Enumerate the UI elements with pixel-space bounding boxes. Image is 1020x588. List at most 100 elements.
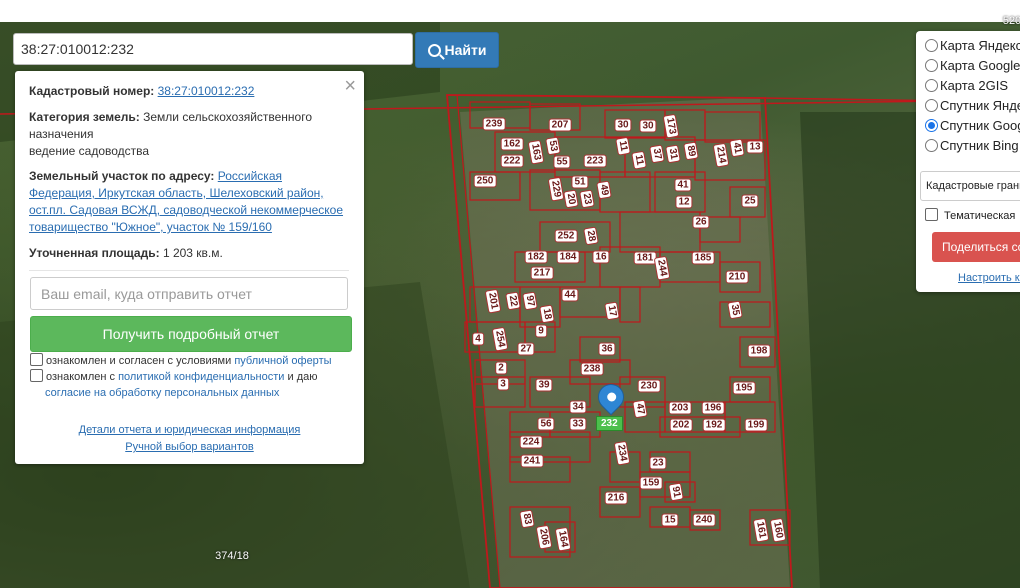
get-report-button[interactable]: Получить подробный отчет	[30, 316, 352, 352]
parcel-label[interactable]: 3	[497, 377, 509, 391]
parcel-label[interactable]: 216	[604, 491, 628, 505]
thematic-checkbox[interactable]	[925, 208, 938, 221]
parcel-label[interactable]: 34	[569, 400, 587, 414]
parcel-label[interactable]: 18	[539, 304, 555, 324]
parcel-label[interactable]: 36	[598, 342, 616, 356]
manual-link[interactable]: Ручной выбор вариантов	[125, 441, 253, 453]
parcel-label[interactable]: 230	[637, 379, 661, 393]
email-field[interactable]: Ваш email, куда отправить отчет	[30, 277, 348, 310]
parcel-label[interactable]: 238	[580, 362, 604, 376]
parcel-label[interactable]: 159	[639, 476, 663, 490]
parcel-label[interactable]: 12	[675, 195, 693, 209]
parcel-label[interactable]: 240	[692, 513, 716, 527]
radio-icon[interactable]	[925, 139, 938, 152]
cad-number-link[interactable]: 38:27:010012:232	[158, 84, 255, 98]
parcel-label[interactable]: 202	[669, 418, 693, 432]
search-button[interactable]: Найти	[415, 32, 499, 68]
parcel-label[interactable]: 41	[729, 138, 745, 158]
parcel-label[interactable]: 162	[500, 137, 524, 151]
parcel-label[interactable]: 30	[614, 118, 632, 132]
layer-option-yandex-map[interactable]: Карта Яндекс	[925, 38, 1020, 53]
parcel-label[interactable]: 223	[583, 154, 607, 168]
parcel-label[interactable]: 20	[563, 189, 579, 209]
parcel-label[interactable]: 37	[649, 144, 665, 164]
parcel-label[interactable]: 17	[604, 301, 620, 321]
parcel-label[interactable]: 203	[668, 401, 692, 415]
parcel-label[interactable]: 26	[692, 215, 710, 229]
cadastral-layer-select[interactable]: Кадастровые границы	[920, 171, 1020, 201]
parcel-label[interactable]: 55	[553, 155, 571, 169]
parcel-label[interactable]: 22	[505, 291, 521, 311]
parcel-label[interactable]: 192	[702, 418, 726, 432]
parcel-label[interactable]: 31	[665, 144, 681, 164]
parcel-label[interactable]: 23	[649, 456, 667, 470]
parcel-label[interactable]: 241	[520, 454, 544, 468]
radio-icon[interactable]	[925, 99, 938, 112]
parcel-label[interactable]: 16	[592, 250, 610, 264]
layer-option-bing-sat[interactable]: Спутник Bing	[925, 138, 1019, 153]
parcel-label[interactable]: 33	[569, 417, 587, 431]
parcel-label[interactable]: 25	[741, 194, 759, 208]
parcel-label[interactable]: 27	[517, 342, 535, 356]
parcel-label[interactable]: 15	[661, 513, 679, 527]
parcel-label[interactable]: 195	[732, 381, 756, 395]
agree-offer-checkbox-row[interactable]: ознакомлен и согласен с условиями публич…	[30, 353, 332, 369]
parcel-label[interactable]: 41	[674, 178, 692, 192]
layer-option-google-map[interactable]: Карта Google	[925, 58, 1020, 73]
details-link[interactable]: Детали отчета и юридическая информация	[79, 424, 301, 436]
parcel-label[interactable]: 184	[556, 250, 580, 264]
parcel-label[interactable]: 185	[691, 251, 715, 265]
parcel-label[interactable]: 97	[522, 291, 538, 311]
agree-privacy-checkbox-row[interactable]: ознакомлен с политикой конфиденциальност…	[30, 369, 348, 401]
search-input[interactable]	[13, 33, 413, 65]
parcel-label[interactable]: 35	[727, 300, 743, 320]
parcel-label[interactable]: 181	[633, 251, 657, 265]
parcel-label[interactable]: 239	[482, 117, 506, 131]
parcel-label[interactable]: 9	[535, 324, 547, 338]
radio-icon[interactable]	[925, 79, 938, 92]
parcel-label[interactable]: 56	[537, 417, 555, 431]
privacy-link[interactable]: политикой конфиденциальности	[118, 371, 284, 383]
consent-link[interactable]: согласие на обработку персональных данны…	[45, 387, 279, 399]
parcel-label[interactable]: 210	[725, 270, 749, 284]
parcel-label[interactable]: 250	[473, 174, 497, 188]
parcel-label[interactable]: 11	[631, 150, 647, 170]
parcel-label[interactable]: 207	[548, 118, 572, 132]
parcel-label[interactable]: 196	[701, 401, 725, 415]
agree-privacy-checkbox[interactable]	[30, 369, 43, 382]
radio-selected-icon[interactable]	[925, 119, 938, 132]
parcel-label[interactable]: 252	[554, 229, 578, 243]
parcel-label[interactable]: 23	[579, 189, 595, 209]
parcel-label[interactable]: 199	[744, 418, 768, 432]
offer-link[interactable]: публичной оферты	[234, 355, 331, 367]
parcel-label[interactable]: 89	[683, 141, 699, 161]
parcel-label[interactable]: 11	[615, 136, 631, 156]
parcel-label[interactable]: 47	[632, 399, 648, 419]
parcel-label[interactable]: 39	[535, 378, 553, 392]
layer-option-google-sat[interactable]: Спутник Google	[925, 118, 1020, 133]
layer-option-yandex-sat[interactable]: Спутник Яндекс	[925, 98, 1020, 113]
parcel-label[interactable]: 4	[472, 332, 484, 346]
parcel-label[interactable]: 30	[639, 119, 657, 133]
parcel-label[interactable]: 83	[519, 509, 535, 529]
parcel-label[interactable]: 222	[500, 154, 524, 168]
parcel-label[interactable]: 28	[583, 226, 599, 246]
parcel-label[interactable]: 2	[495, 361, 507, 375]
selected-parcel-label[interactable]: 232	[596, 416, 623, 431]
parcel-label[interactable]: 44	[561, 288, 579, 302]
parcel-label[interactable]: 91	[668, 482, 684, 502]
share-link-button[interactable]: Поделиться ссылкой	[932, 232, 1020, 262]
configure-map-link[interactable]: Настроить карту	[958, 272, 1020, 284]
parcel-label[interactable]: 198	[747, 344, 771, 358]
radio-icon[interactable]	[925, 39, 938, 52]
agree-offer-checkbox[interactable]	[30, 353, 43, 366]
parcel-label[interactable]: 13	[746, 140, 764, 154]
parcel-label[interactable]: 51	[571, 175, 589, 189]
parcel-label[interactable]: 182	[524, 250, 548, 264]
parcel-label[interactable]: 224	[519, 435, 543, 449]
layer-option-2gis-map[interactable]: Карта 2GIS	[925, 78, 1008, 93]
parcel-label[interactable]: 49	[596, 180, 612, 200]
radio-icon[interactable]	[925, 59, 938, 72]
parcel-label[interactable]: 53	[545, 136, 561, 156]
thematic-checkbox-row[interactable]: Тематическая	[925, 208, 1015, 222]
